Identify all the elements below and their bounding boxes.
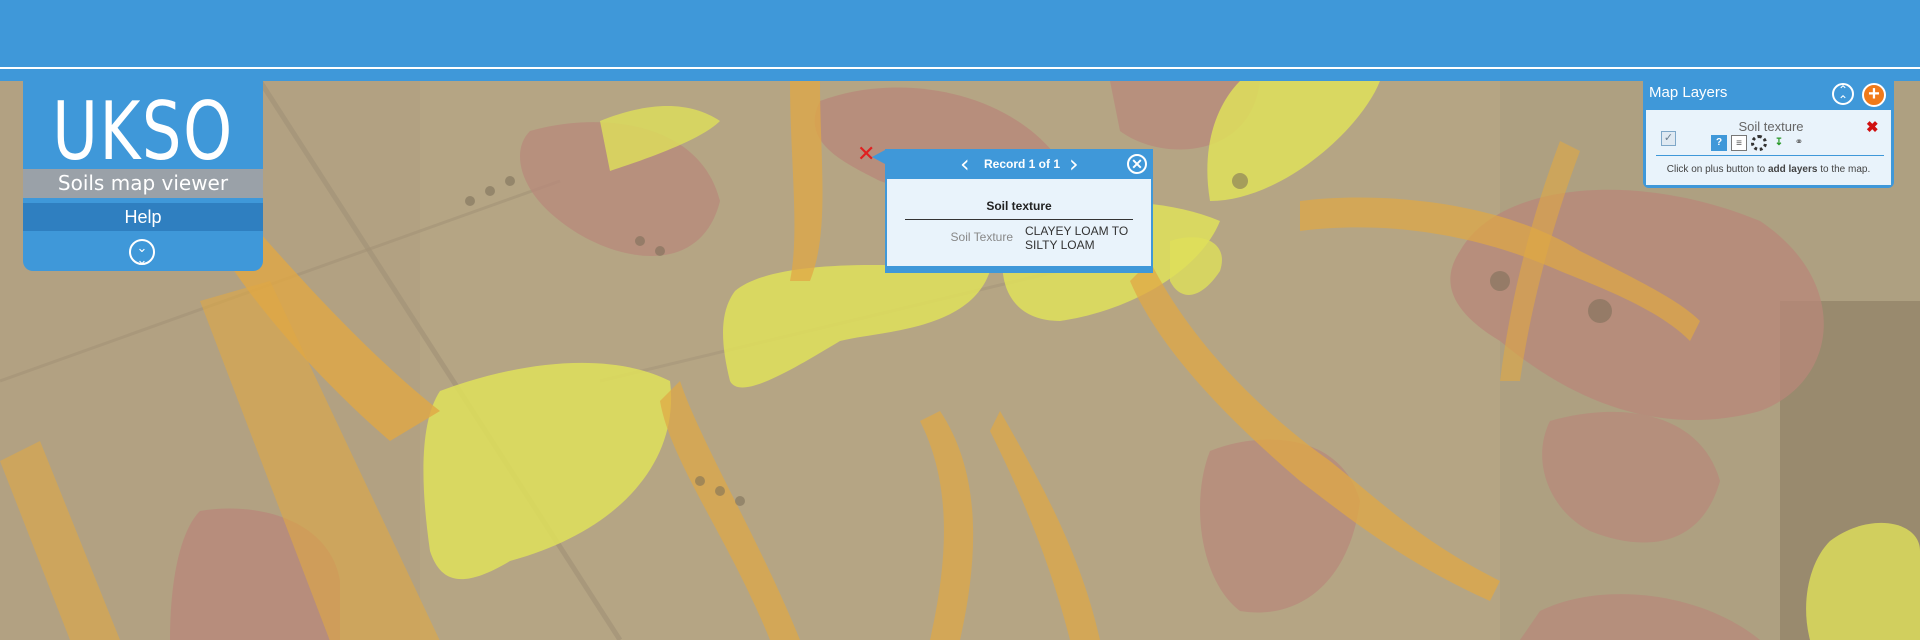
- remove-layer-icon[interactable]: ✖: [1866, 118, 1879, 136]
- chevron-right-icon[interactable]: ›: [1069, 152, 1079, 176]
- attribute-value: CLAYEY LOAM TO SILTY LOAM: [1025, 224, 1129, 252]
- layer-list: ✓ Soil texture ✖ ? ≡ ↧ ⚭ Click on plus b…: [1646, 110, 1891, 185]
- ukso-logo: UKSO: [52, 85, 234, 178]
- legend-icon[interactable]: ≡: [1731, 135, 1747, 151]
- hint-suffix: to the map.: [1820, 164, 1871, 175]
- popup-title: Soil texture: [905, 199, 1133, 220]
- link-icon[interactable]: ⚭: [1791, 135, 1807, 151]
- layer-tools: ? ≡ ↧ ⚭: [1711, 135, 1807, 151]
- layer-name: Soil texture: [1738, 119, 1804, 134]
- chevron-up-icon[interactable]: ⌃ ⌃: [1832, 83, 1854, 106]
- opacity-icon[interactable]: [1751, 135, 1767, 151]
- header-divider: [0, 67, 1920, 69]
- layer-visibility-checkbox[interactable]: ✓: [1661, 131, 1676, 146]
- download-icon[interactable]: ↧: [1771, 135, 1787, 151]
- panel-title: Map Layers: [1649, 84, 1728, 101]
- app-subtitle: Soils map viewer: [23, 169, 263, 198]
- map-layers-panel: Map Layers ⌃ ⌃ + ✓ Soil texture ✖ ? ≡ ↧ ⚭…: [1643, 81, 1894, 188]
- add-layers-hint: Click on plus button to add layers to th…: [1646, 164, 1891, 175]
- attribute-label: Soil Texture: [950, 230, 1013, 244]
- hint-bold: add layers: [1767, 164, 1818, 175]
- add-layer-button[interactable]: +: [1862, 83, 1886, 107]
- close-icon[interactable]: ✕: [1127, 154, 1147, 174]
- popup-header: ‹ Record 1 of 1 › ✕: [887, 151, 1151, 179]
- chevron-left-icon[interactable]: ‹: [960, 152, 970, 176]
- feature-info-popup: ‹ Record 1 of 1 › ✕ Soil texture Soil Te…: [885, 149, 1153, 273]
- brand-panel: UKSO Soils map viewer Help ⌄ ⌄: [23, 81, 263, 271]
- hint-prefix: Click on plus button to: [1666, 164, 1766, 175]
- top-header-bar: [0, 0, 1920, 81]
- record-counter: Record 1 of 1: [983, 157, 1061, 171]
- popup-pointer: [872, 150, 885, 164]
- help-button[interactable]: Help: [23, 203, 263, 231]
- popup-footer: [887, 266, 1151, 271]
- info-icon[interactable]: ?: [1711, 135, 1727, 151]
- divider: [1656, 155, 1884, 156]
- double-chevron-down-icon[interactable]: ⌄ ⌄: [129, 239, 155, 266]
